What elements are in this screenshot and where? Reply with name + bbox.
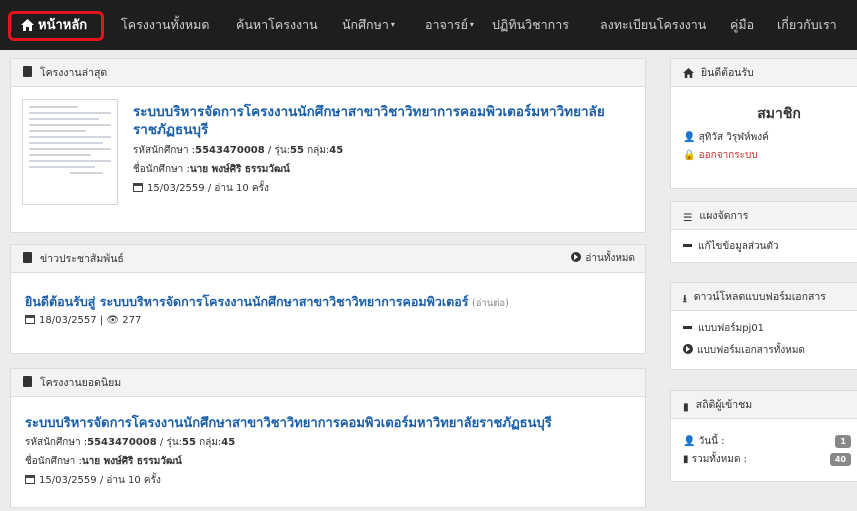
project-thumbnail[interactable] — [22, 99, 118, 205]
stats-today-badge: 1 — [835, 435, 851, 448]
edit-profile-link[interactable]: แก้ไขข้อมูลส่วนตัว — [683, 238, 847, 256]
welcome-header: ยินดีต้อนรับ — [671, 59, 857, 87]
stats-total-badge: 40 — [829, 453, 851, 466]
latest-project-student-name: ชื่อนักศึกษา :นาย พงษ์ศิริ ธรรมวัฒน์ — [133, 164, 290, 175]
popular-projects-title: โครงงานยอดนิยม — [40, 377, 122, 389]
nav-home-label: หน้าหลัก — [38, 18, 88, 33]
minus-icon — [683, 244, 692, 247]
manage-panel: ☰ แผงจัดการ แก้ไขข้อมูลส่วนตัว — [670, 201, 857, 263]
nav-students-dropdown[interactable]: นักศึกษา ▾ — [342, 0, 395, 50]
user-icon: 👤 — [683, 132, 696, 143]
news-read-all-link[interactable]: อ่านทั้งหมด — [571, 245, 635, 273]
manage-header: ☰ แผงจัดการ — [671, 202, 857, 230]
arrow-circle-icon — [683, 344, 693, 354]
latest-project-date: 15/03/2559 / อ่าน 10 ครั้ง — [133, 179, 638, 198]
calendar-icon — [25, 475, 35, 484]
nav-search-projects[interactable]: ค้นหาโครงงาน — [236, 0, 318, 50]
latest-projects-header: โครงงานล่าสุด — [11, 59, 645, 87]
user-name: 👤 สุทิวัส วิรุฬห์พงค์ — [683, 132, 769, 143]
home-icon — [21, 19, 34, 31]
latest-project-title-link[interactable]: ระบบบริหารจัดการโครงงานนักศึกษาสาขาวิชาว… — [133, 103, 638, 139]
logout-link[interactable]: 🔒 ออกจากระบบ — [683, 147, 847, 165]
bar-chart-icon: ▮ — [683, 401, 689, 413]
all-forms-link[interactable]: แบบฟอร์มเอกสารทั้งหมด — [683, 340, 847, 362]
nav-all-projects[interactable]: โครงงานทั้งหมด — [121, 0, 210, 50]
stats-header: ▮ สถิติผู้เข้าชม — [671, 391, 857, 419]
caret-down-icon: ▾ — [390, 20, 395, 29]
caret-down-icon: ▾ — [469, 20, 474, 29]
stats-panel: ▮ สถิติผู้เข้าชม 👤 วันนี้ :1 ▮ รวมทั้งหมด… — [670, 390, 857, 482]
eye-icon: 👁 — [106, 315, 120, 326]
download-icon: ⭳ — [683, 293, 687, 305]
popular-project-student-id: รหัสนักศึกษา :5543470008 / รุ่น:55 กลุ่ม… — [25, 437, 236, 448]
calendar-icon — [133, 183, 143, 192]
popular-project-date: 15/03/2559 / อ่าน 10 ครั้ง — [25, 471, 640, 490]
nav-teachers-dropdown[interactable]: อาจารย์ ▾ — [425, 0, 474, 50]
popular-projects-panel: โครงงานยอดนิยม ระบบบริหารจัดการโครงงานนั… — [10, 368, 646, 508]
minus-icon — [683, 326, 692, 329]
stats-today: 👤 วันนี้ :1 — [683, 433, 851, 451]
nav-manual[interactable]: คู่มือ — [730, 0, 754, 50]
news-header: ข่าวประชาสัมพันธ์ อ่านทั้งหมด — [11, 245, 645, 273]
latest-projects-panel: โครงงานล่าสุด ระบบบริหารจัดการโครงงานนัก… — [10, 58, 646, 233]
popular-project-student-name: ชื่อนักศึกษา :นาย พงษ์ศิริ ธรรมวัฒน์ — [25, 456, 182, 467]
latest-projects-title: โครงงานล่าสุด — [40, 67, 108, 79]
downloads-header: ⭳ ดาวน์โหลดแบบฟอร์มเอกสาร — [671, 283, 857, 311]
nav-calendar[interactable]: ปฏิทินวิชาการ — [492, 0, 569, 50]
nav-home-button[interactable]: หน้าหลัก — [8, 11, 104, 41]
top-navbar: หน้าหลัก โครงงานทั้งหมด ค้นหาโครงงาน นัก… — [0, 0, 857, 50]
lock-icon: 🔒 — [683, 150, 696, 161]
user-icon: 👤 — [683, 436, 696, 447]
list-icon: ☰ — [683, 212, 693, 224]
nav-about[interactable]: เกี่ยวกับเรา — [777, 0, 837, 50]
book-icon — [23, 376, 32, 387]
book-icon — [23, 252, 32, 263]
popular-projects-header: โครงงานยอดนิยม — [11, 369, 645, 397]
news-read-more-link[interactable]: (อ่านต่อ) — [472, 298, 509, 309]
member-heading: สมาชิก — [757, 106, 801, 122]
news-item-link[interactable]: ยินดีต้อนรับสู่ ระบบบริหารจัดการโครงงานน… — [25, 294, 469, 309]
news-panel: ข่าวประชาสัมพันธ์ อ่านทั้งหมด ยินดีต้อนร… — [10, 244, 646, 354]
news-item-meta: 18/03/2557 | 👁 277 — [25, 311, 635, 330]
downloads-panel: ⭳ ดาวน์โหลดแบบฟอร์มเอกสาร แบบฟอร์มpj01 แบ… — [670, 282, 857, 370]
stats-total: ▮ รวมทั้งหมด :40 — [683, 451, 851, 469]
manage-title: แผงจัดการ — [699, 210, 749, 222]
latest-project-student-id: รหัสนักศึกษา :5543470008 / รุ่น:55 กลุ่ม… — [133, 145, 344, 156]
welcome-panel: ยินดีต้อนรับ สมาชิก 👤 สุทิวัส วิรุฬห์พงค… — [670, 58, 857, 189]
book-icon — [23, 66, 32, 77]
stats-title: สถิติผู้เข้าชม — [695, 399, 753, 411]
nav-teachers-label: อาจารย์ — [425, 17, 468, 32]
popular-project-title-link[interactable]: ระบบบริหารจัดการโครงงานนักศึกษาสาขาวิชาว… — [25, 415, 640, 433]
nav-students-label: นักศึกษา — [342, 17, 389, 32]
downloads-title: ดาวน์โหลดแบบฟอร์มเอกสาร — [693, 291, 826, 303]
home-icon — [683, 68, 694, 78]
calendar-icon — [25, 315, 35, 324]
form-pj01-link[interactable]: แบบฟอร์มpj01 — [683, 318, 847, 340]
arrow-circle-icon — [571, 252, 582, 262]
bar-chart-icon: ▮ — [683, 454, 689, 465]
welcome-title: ยินดีต้อนรับ — [701, 67, 754, 79]
nav-register-project[interactable]: ลงทะเบียนโครงงาน — [600, 0, 706, 50]
news-title: ข่าวประชาสัมพันธ์ — [40, 253, 124, 265]
